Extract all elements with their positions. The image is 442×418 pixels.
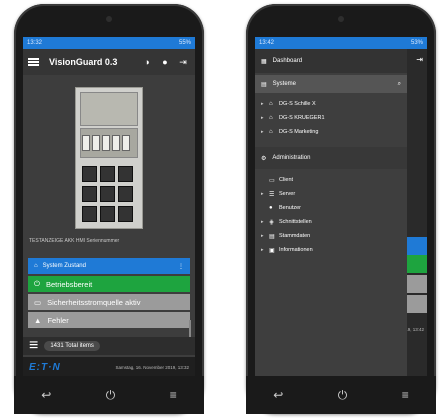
admin-item-benutzer[interactable]: ● Benutzer <box>261 201 407 215</box>
database-icon: ▤ <box>269 233 275 240</box>
system-item[interactable]: ▸ ⌂ DG-S KRUEGER1 <box>261 111 407 125</box>
back-icon[interactable]: ↩ <box>273 388 283 402</box>
contrast-icon[interactable]: ◑ <box>140 55 154 69</box>
status-panel-peek <box>407 275 427 293</box>
system-item[interactable]: ▸ ⌂ DG-S Schille X <box>261 97 407 111</box>
warning-icon: ▲ <box>34 315 42 325</box>
network-icon: ⋕ <box>269 219 275 226</box>
footer: E:T·N Samstag, 16. November 2019, 13:32 <box>23 357 195 378</box>
monitor-icon: ▭ <box>269 177 275 184</box>
recent-icon[interactable]: ≡ <box>170 388 177 402</box>
admin-item-informationen[interactable]: ▸ ▣ Informationen <box>261 243 407 257</box>
status-row-error[interactable]: ▲ Fehler <box>28 312 190 328</box>
total-bar: ≡ 1431 Total items <box>23 337 195 355</box>
user-icon: ● <box>269 205 273 211</box>
dashboard-icon: ▦ <box>261 58 267 65</box>
status-panel-peek <box>407 295 427 313</box>
more-icon[interactable]: ⋮ <box>178 263 184 270</box>
account-icon[interactable]: ● <box>158 55 172 69</box>
phone-right: 13:42 53% ⇥ 19, 13:42 ▦ Dashboard ▤ Syst… <box>246 4 436 414</box>
status-time: 13:32 <box>27 40 43 46</box>
gear-icon: ⚙ <box>261 155 267 162</box>
chevron-right-icon: ▸ <box>261 233 264 239</box>
system-item[interactable]: ▸ ⌂ DG-S Marketing <box>261 125 407 139</box>
search-icon[interactable]: ⌕ <box>398 81 401 88</box>
system-nav-bar: ↩ ⏻ ≡ <box>14 376 204 414</box>
list-icon[interactable]: ≡ <box>29 337 38 355</box>
info-icon: ▣ <box>269 247 275 254</box>
power-icon[interactable]: ⏻ <box>106 388 116 403</box>
home-icon: ⌂ <box>34 263 38 269</box>
admin-item-client[interactable]: ▭ Client <box>261 173 407 187</box>
phone-left: 13:32 55% VisionGuard 0.3 ◑ ● ⇥ TESTANZE… <box>14 4 204 414</box>
app-bar: VisionGuard 0.3 ◑ ● ⇥ <box>23 49 195 75</box>
status-panel: ⌂ System Zustand ⋮ ⏻ Betriebsbereit ▭ Si… <box>28 258 190 328</box>
status-battery: 55% <box>178 40 191 46</box>
navigation-drawer: ▦ Dashboard ▤ Systeme ⌕ ▸ ⌂ DG-S Schille… <box>255 49 407 378</box>
camera <box>338 16 344 22</box>
eaton-logo: E:T·N <box>29 362 61 373</box>
admin-item-schnittstellen[interactable]: ▸ ⋕ Schnittstellen <box>261 215 407 229</box>
server-icon: ☰ <box>269 191 275 198</box>
drawer-administration[interactable]: ⚙ Administration <box>255 147 407 169</box>
chevron-right-icon: ▸ <box>261 115 264 121</box>
drawer-systeme[interactable]: ▤ Systeme ⌕ <box>255 75 407 93</box>
main-content: TESTANZEIGE AKK HMI Seriennummer ⌂ Syste… <box>23 75 195 378</box>
app-title: VisionGuard 0.3 <box>49 57 118 67</box>
status-battery: 53% <box>410 40 423 46</box>
systems-icon: ▤ <box>261 81 267 88</box>
recent-icon[interactable]: ≡ <box>402 388 409 402</box>
screen-right: 13:42 53% ⇥ 19, 13:42 ▦ Dashboard ▤ Syst… <box>255 37 427 378</box>
chevron-right-icon: ▸ <box>261 247 264 253</box>
back-icon[interactable]: ↩ <box>41 388 51 402</box>
status-panel-peek <box>407 255 427 273</box>
status-panel-header[interactable]: ⌂ System Zustand ⋮ <box>28 258 190 274</box>
chevron-right-icon: ▸ <box>261 101 264 107</box>
status-bar: 13:32 55% <box>23 37 195 49</box>
drawer-dashboard[interactable]: ▦ Dashboard <box>255 49 407 73</box>
footer-timestamp: Samstag, 16. November 2019, 13:32 <box>115 365 189 370</box>
status-panel-peek <box>407 237 427 255</box>
cabinet-label: TESTANZEIGE AKK HMI Seriennummer <box>29 238 120 244</box>
screen-left: 13:32 55% VisionGuard 0.3 ◑ ● ⇥ TESTANZE… <box>23 37 195 378</box>
chevron-right-icon: ▸ <box>261 129 264 135</box>
chevron-right-icon: ▸ <box>261 219 264 225</box>
status-time: 13:42 <box>259 40 275 46</box>
status-row-ready[interactable]: ⏻ Betriebsbereit <box>28 276 190 292</box>
status-row-safety-source[interactable]: ▭ Sicherheitsstromquelle aktiv <box>28 294 190 310</box>
cabinet-image <box>75 87 143 229</box>
exit-icon[interactable]: ⇥ <box>416 55 423 64</box>
power-icon: ⏻ <box>34 279 40 288</box>
footer-timestamp-peek: 19, 13:42 <box>405 327 424 332</box>
home-icon: ⌂ <box>269 115 273 121</box>
home-icon: ⌂ <box>269 101 273 107</box>
battery-icon: ▭ <box>34 297 42 307</box>
total-items: 1431 Total items <box>44 341 100 351</box>
camera <box>106 16 112 22</box>
admin-item-stammdaten[interactable]: ▸ ▤ Stammdaten <box>261 229 407 243</box>
menu-icon[interactable] <box>28 58 39 66</box>
chevron-right-icon: ▸ <box>261 191 264 197</box>
admin-item-server[interactable]: ▸ ☰ Server <box>261 187 407 201</box>
status-bar: 13:42 53% <box>255 37 427 49</box>
system-nav-bar: ↩ ⏻ ≡ <box>246 376 436 414</box>
power-icon[interactable]: ⏻ <box>338 388 348 403</box>
exit-icon[interactable]: ⇥ <box>176 55 190 69</box>
home-icon: ⌂ <box>269 129 273 135</box>
